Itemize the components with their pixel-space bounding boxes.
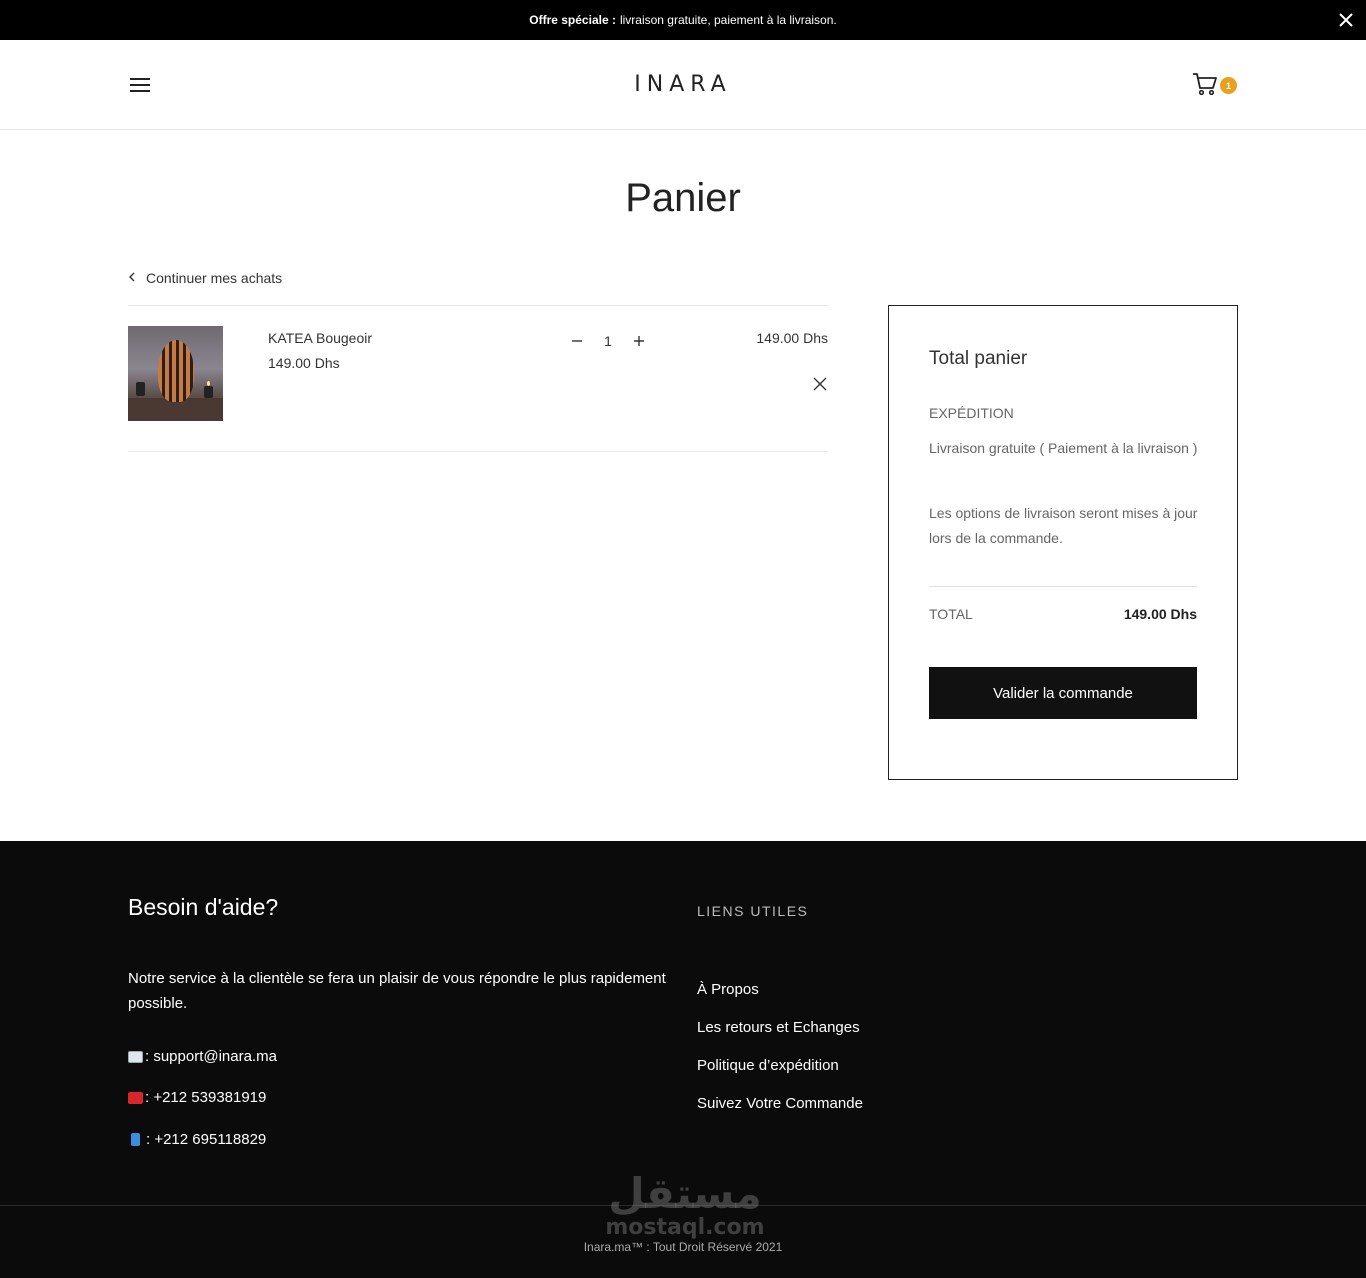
product-name[interactable]: KATEA Bougeoir [268,330,372,346]
envelope-icon [128,1050,143,1063]
product-price: 149.00 Dhs [268,355,340,371]
divider [929,586,1197,587]
close-icon[interactable] [1336,10,1356,30]
total-value: 149.00 Dhs [1123,606,1197,622]
decrease-quantity-button[interactable] [566,330,588,352]
summary-title: Total panier [929,348,1028,369]
email-text: : support@inara.ma [145,1048,277,1065]
footer-link-shipping-policy[interactable]: Politique d’expédition [697,1057,839,1074]
help-text: Notre service à la clientèle se fera un … [128,970,666,1012]
cart-button[interactable]: 1 [1192,70,1240,100]
remove-item-icon[interactable] [812,376,828,392]
announcement-bold: Offre spéciale : [529,13,616,27]
shipping-note: Les options de livraison seront mises à … [929,505,1198,546]
shipping-label: EXPÉDITION [929,405,1014,421]
watermark-arabic: مستقل [608,1169,762,1218]
product-thumbnail[interactable] [128,326,223,421]
useful-links-title: LIENS UTILES [697,903,809,919]
telephone-icon [128,1091,143,1104]
quantity-stepper: 1 [566,330,650,352]
page-title: Panier [625,176,741,220]
cart-summary: Total panier EXPÉDITION Livraison gratui… [888,305,1238,780]
increase-quantity-button[interactable] [628,330,650,352]
total-label: TOTAL [929,606,973,622]
mobile-phone-icon [131,1133,140,1146]
phone-text: : +212 539381919 [145,1089,267,1106]
announcement-bar: Offre spéciale : livraison gratuite, pai… [0,0,1366,40]
site-footer: Besoin d'aide? Notre service à la client… [0,841,1366,1278]
footer-link-returns[interactable]: Les retours et Echanges [697,1019,860,1036]
chevron-left-icon [128,271,136,285]
divider [128,305,828,306]
footer-link-track-order[interactable]: Suivez Votre Commande [697,1095,863,1112]
help-title: Besoin d'aide? [128,894,279,920]
shipping-option: Livraison gratuite ( Paiement à la livra… [929,440,1198,456]
checkout-button[interactable]: Valider la commande [929,667,1197,719]
mobile-text: : +212 695118829 [146,1131,267,1148]
line-total: 149.00 Dhs [756,330,828,346]
cart-count-badge: 1 [1220,77,1237,94]
cart-icon [1193,73,1217,96]
watermark-latin: mostaql.com [605,1215,765,1240]
contact-phone[interactable]: : +212 539381919 [128,1089,266,1106]
divider [128,451,828,452]
footer-link-about[interactable]: À Propos [697,981,759,998]
quantity-value[interactable]: 1 [604,333,612,349]
announcement-text: livraison gratuite, paiement à la livrai… [619,13,837,27]
site-header: INARA 1 [0,40,1366,130]
site-logo[interactable]: INARA [0,72,1366,97]
continue-shopping-link[interactable]: Continuer mes achats [128,270,282,286]
contact-mobile[interactable]: : +212 695118829 [128,1131,266,1148]
watermark: مستقل mostaql.com [600,1171,770,1251]
continue-shopping-label: Continuer mes achats [146,270,283,286]
contact-email[interactable]: : support@inara.ma [128,1048,277,1065]
